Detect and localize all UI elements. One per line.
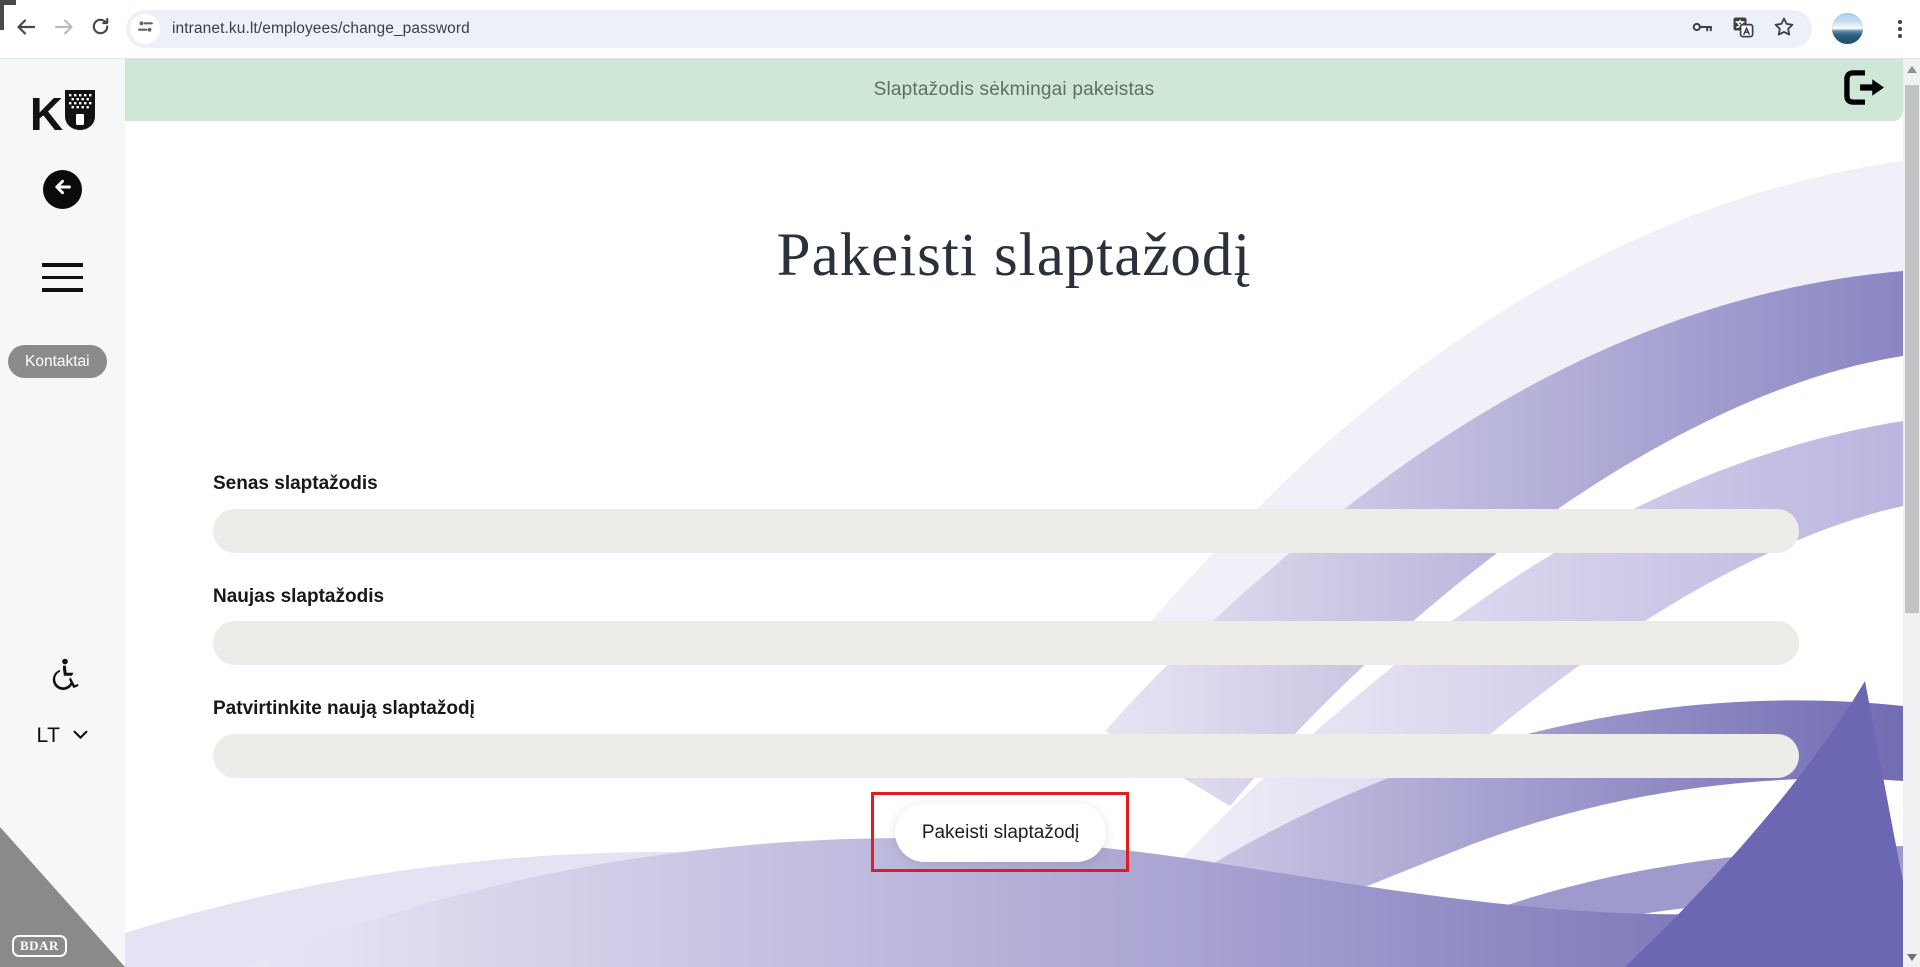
page-scrollbar[interactable] — [1903, 58, 1920, 967]
scrollbar-thumb[interactable] — [1905, 85, 1919, 613]
site-info-button[interactable] — [130, 14, 160, 44]
back-arrow-icon — [52, 176, 74, 203]
logout-icon — [1840, 68, 1886, 112]
reload-icon — [89, 15, 112, 43]
language-selector[interactable]: LT — [0, 724, 125, 748]
tune-icon — [137, 18, 154, 40]
window-edge — [0, 0, 4, 30]
ku-shield-icon — [65, 90, 95, 137]
sidebar-back-button[interactable] — [43, 170, 82, 209]
logout-button[interactable] — [1839, 69, 1887, 110]
dot — [1898, 34, 1902, 38]
forward-button[interactable] — [48, 13, 80, 45]
menu-bar — [42, 276, 83, 280]
dot — [1898, 27, 1902, 31]
key-icon[interactable] — [1690, 15, 1714, 44]
accessibility-button[interactable] — [45, 656, 81, 696]
scroll-down-arrow-icon[interactable] — [1907, 954, 1917, 961]
page-title: Pakeisti slaptažodį — [125, 221, 1903, 291]
menu-bar — [42, 263, 83, 267]
language-code: LT — [37, 724, 61, 748]
logo-letter: K — [30, 94, 62, 134]
scroll-up-arrow-icon[interactable] — [1907, 66, 1917, 73]
menu-bar — [42, 288, 83, 292]
omnibox[interactable]: intranet.ku.lt/employees/change_password — [126, 10, 1812, 48]
profile-avatar[interactable] — [1832, 13, 1863, 44]
sidebar: K Kontaktai LT — [0, 58, 125, 967]
new-password-label: Naujas slaptažodis — [213, 586, 384, 608]
star-icon[interactable] — [1772, 15, 1796, 44]
page: K Kontaktai LT — [0, 58, 1920, 967]
bdar-badge[interactable]: BDAR — [12, 935, 67, 957]
forward-arrow-icon — [52, 15, 76, 44]
banner-message: Slaptažodis sėkmingai pakeistas — [874, 79, 1155, 101]
dot — [1898, 20, 1902, 24]
confirm-password-input[interactable] — [213, 734, 1799, 778]
reload-button[interactable] — [84, 13, 116, 45]
new-password-input[interactable] — [213, 621, 1799, 665]
translate-icon[interactable] — [1731, 15, 1755, 44]
confirm-password-label: Patvirtinkite naują slaptažodį — [213, 698, 475, 720]
browser-toolbar: intranet.ku.lt/employees/change_password — [0, 0, 1920, 59]
change-password-button[interactable]: Pakeisti slaptažodį — [895, 803, 1106, 862]
wheelchair-icon — [46, 656, 80, 697]
chevron-down-icon — [73, 727, 88, 745]
main-content: Pakeisti slaptažodį Senas slaptažodis Na… — [125, 121, 1903, 967]
url-input[interactable]: intranet.ku.lt/employees/change_password — [172, 20, 1690, 38]
menu-toggle-button[interactable] — [42, 263, 83, 292]
kontaktai-label: Kontaktai — [25, 353, 90, 371]
old-password-label: Senas slaptažodis — [213, 473, 378, 495]
back-button[interactable] — [10, 13, 42, 45]
ku-logo[interactable]: K — [0, 90, 125, 137]
old-password-input[interactable] — [213, 509, 1799, 553]
browser-menu-button[interactable] — [1886, 13, 1914, 45]
success-banner: Slaptažodis sėkmingai pakeistas — [125, 58, 1903, 121]
back-arrow-icon — [14, 15, 38, 44]
kontaktai-link[interactable]: Kontaktai — [8, 345, 107, 378]
